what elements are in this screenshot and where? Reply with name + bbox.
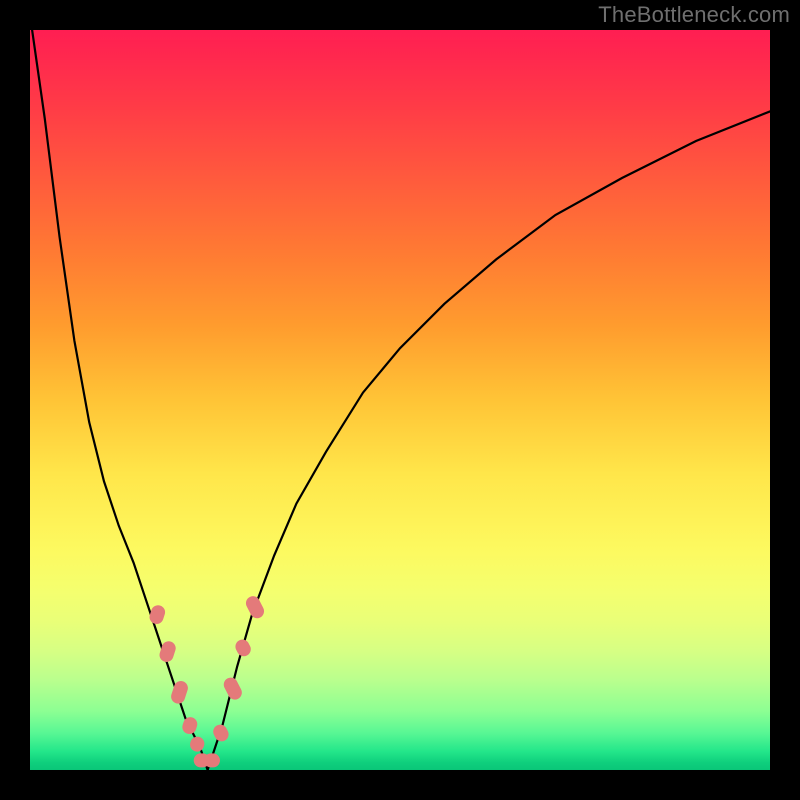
curve-marker — [148, 604, 166, 625]
curve-marker — [244, 594, 266, 620]
curves-layer — [30, 30, 770, 770]
curve-marker — [189, 735, 206, 752]
curve-marker — [234, 638, 253, 658]
curve-marker — [205, 754, 220, 767]
right-curve — [208, 111, 770, 770]
curve-marker — [211, 723, 230, 743]
curve-marker — [222, 676, 244, 702]
chart-frame: TheBottleneck.com — [0, 0, 800, 800]
curve-marker — [181, 716, 198, 735]
data-markers — [148, 594, 265, 766]
plot-area — [30, 30, 770, 770]
left-curve — [30, 30, 208, 770]
watermark-text: TheBottleneck.com — [598, 2, 790, 28]
